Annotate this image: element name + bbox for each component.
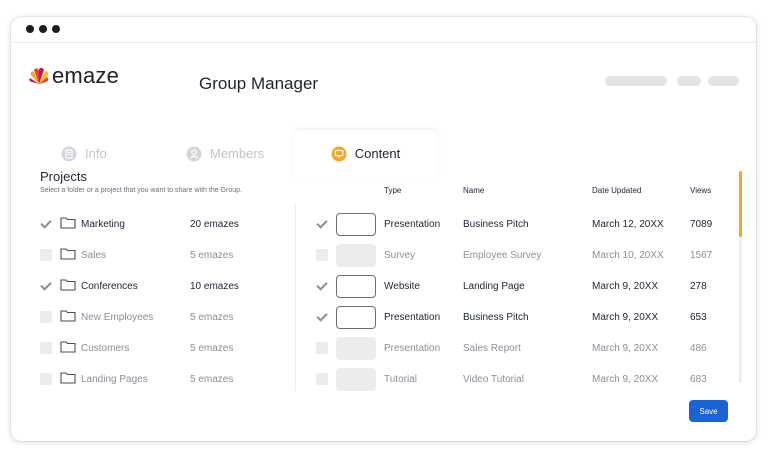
row-type: Survey	[384, 250, 416, 261]
row-checkbox[interactable]	[316, 311, 328, 323]
folder-checkbox[interactable]	[40, 311, 52, 323]
projects-subtitle: Select a folder or a project that you wa…	[40, 187, 242, 194]
row-checkbox[interactable]	[316, 373, 328, 385]
projects-title: Projects	[40, 169, 87, 184]
row-type: Presentation	[384, 219, 441, 230]
row-type: Presentation	[384, 343, 441, 354]
folder-icon	[60, 279, 76, 291]
row-name: Video Tutorial	[463, 374, 524, 385]
window-titlebar	[11, 17, 756, 43]
folder-icon	[60, 248, 76, 260]
folder-name: Marketing	[81, 219, 125, 230]
row-checkbox[interactable]	[316, 280, 328, 292]
logo-text: emaze	[52, 63, 120, 88]
row-name: Sales Report	[463, 343, 521, 354]
column-header-type[interactable]: Type	[384, 186, 401, 195]
folder-icon	[60, 217, 76, 229]
row-date: March 10, 20XX	[592, 250, 664, 261]
project-thumbnail[interactable]	[336, 368, 376, 391]
folder-checkbox[interactable]	[40, 373, 52, 385]
row-views: 278	[690, 281, 707, 292]
folder-checkbox[interactable]	[40, 218, 52, 230]
tab-members[interactable]: Members	[186, 130, 264, 177]
column-header-date[interactable]: Date Updated	[592, 186, 641, 195]
scrollbar-thumb[interactable]	[739, 171, 742, 237]
folder-count: 5 emazes	[190, 374, 234, 385]
row-checkbox[interactable]	[316, 249, 328, 261]
emaze-logo-icon	[29, 67, 49, 84]
row-views: 1567	[690, 250, 713, 261]
folder-checkbox[interactable]	[40, 280, 52, 292]
tab-members-label: Members	[210, 146, 265, 161]
row-name: Employee Survey	[463, 250, 542, 261]
folder-checkbox[interactable]	[40, 342, 52, 354]
folder-count: 5 emazes	[190, 343, 234, 354]
tab-content[interactable]: Content	[294, 130, 437, 177]
folder-name: New Employees	[81, 312, 154, 323]
header-placeholder-pill	[708, 76, 739, 86]
project-thumbnail[interactable]	[336, 213, 376, 236]
row-type: Website	[384, 281, 420, 292]
row-date: March 9, 20XX	[592, 312, 659, 323]
row-checkbox[interactable]	[316, 342, 328, 354]
folder-name: Conferences	[81, 281, 138, 292]
window-control-dot[interactable]	[26, 25, 34, 33]
folder-count: 10 emazes	[190, 281, 239, 292]
row-name: Business Pitch	[463, 312, 529, 323]
row-checkbox[interactable]	[316, 218, 328, 230]
document-icon	[61, 146, 77, 161]
header-placeholder-pill	[605, 76, 667, 86]
presentation-icon	[331, 146, 347, 161]
folder-count: 5 emazes	[190, 250, 234, 261]
user-icon	[186, 146, 202, 161]
row-views: 486	[690, 343, 707, 354]
row-views: 7089	[690, 219, 713, 230]
header: emaze Group Manager Info Members Content	[11, 43, 756, 177]
folder-name: Landing Pages	[81, 374, 148, 385]
row-date: March 12, 20XX	[592, 219, 664, 230]
folder-icon	[60, 341, 76, 353]
row-name: Business Pitch	[463, 219, 529, 230]
emaze-logo[interactable]: emaze	[28, 63, 119, 89]
folder-icon	[60, 310, 76, 322]
project-thumbnail[interactable]	[336, 306, 376, 329]
header-placeholder-pill	[677, 76, 701, 86]
row-type: Tutorial	[384, 374, 417, 385]
folder-count: 20 emazes	[190, 219, 239, 230]
folder-icon	[60, 372, 76, 384]
row-date: March 9, 20XX	[592, 374, 659, 385]
window-control-dot[interactable]	[52, 25, 60, 33]
row-date: March 9, 20XX	[592, 343, 659, 354]
column-header-name[interactable]: Name	[463, 186, 484, 195]
tab-info-label: Info	[85, 146, 107, 161]
folder-checkbox[interactable]	[40, 249, 52, 261]
row-views: 683	[690, 374, 707, 385]
row-name: Landing Page	[463, 281, 525, 292]
save-button[interactable]: Save	[689, 400, 728, 422]
page-title: Group Manager	[199, 74, 319, 93]
tab-bar: Info Members Content	[11, 130, 756, 177]
folder-name: Customers	[81, 343, 130, 354]
row-views: 653	[690, 312, 707, 323]
column-divider	[295, 205, 296, 391]
folder-name: Sales	[81, 250, 107, 261]
project-thumbnail[interactable]	[336, 244, 376, 267]
project-thumbnail[interactable]	[336, 275, 376, 298]
project-thumbnail[interactable]	[336, 337, 376, 360]
window-control-dot[interactable]	[39, 25, 47, 33]
column-header-views[interactable]: Views	[690, 186, 711, 195]
tab-content-label: Content	[354, 146, 401, 161]
row-date: March 9, 20XX	[592, 281, 659, 292]
row-type: Presentation	[384, 312, 441, 323]
folder-count: 5 emazes	[190, 312, 234, 323]
